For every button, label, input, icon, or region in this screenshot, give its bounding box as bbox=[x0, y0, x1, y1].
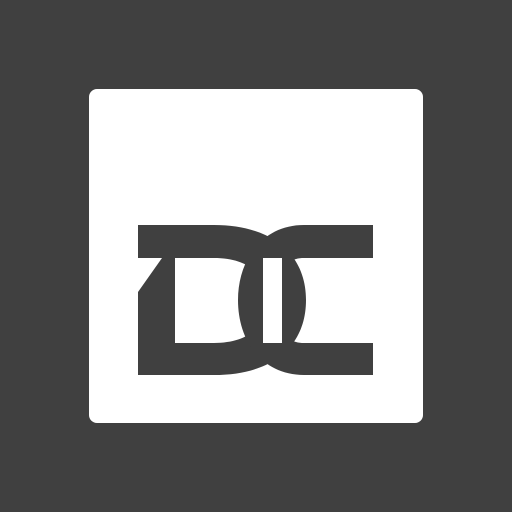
logo-gap bbox=[263, 258, 282, 343]
dc-logo-icon bbox=[138, 225, 373, 375]
app-icon-canvas bbox=[0, 0, 512, 512]
